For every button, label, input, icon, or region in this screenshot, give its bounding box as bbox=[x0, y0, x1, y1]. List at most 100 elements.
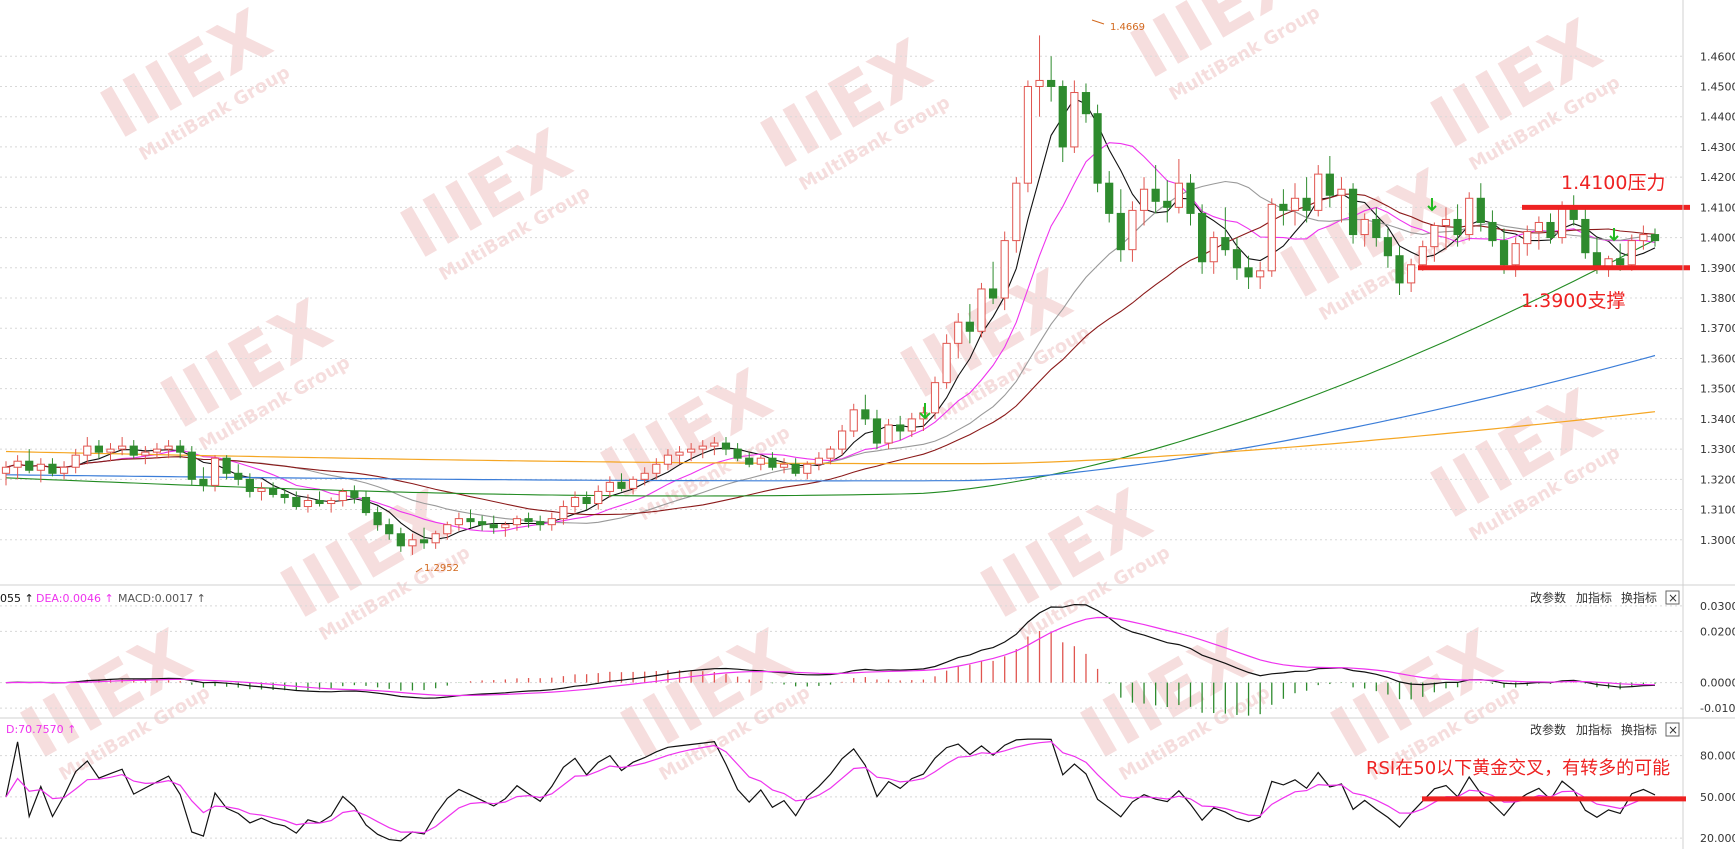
candle-body bbox=[896, 424, 905, 432]
candle-down bbox=[361, 491, 371, 516]
candle-body bbox=[1256, 270, 1265, 278]
candle-down bbox=[315, 491, 324, 507]
close-panel-button[interactable]: × bbox=[1665, 590, 1680, 605]
candle-down bbox=[199, 467, 208, 492]
candle-body bbox=[652, 463, 661, 474]
candle-body bbox=[512, 518, 522, 526]
watermark: IIIEXMultiBank Group bbox=[1068, 614, 1274, 786]
y-tick-label: 1.3300 bbox=[1700, 443, 1735, 456]
candle-body bbox=[1105, 182, 1114, 214]
candle-body bbox=[1267, 203, 1276, 272]
add-indicator-button[interactable]: 加指标 bbox=[1576, 722, 1612, 737]
candle-body bbox=[779, 463, 789, 468]
candle-body bbox=[222, 457, 231, 474]
candle-body bbox=[118, 445, 127, 450]
candle-body bbox=[338, 490, 347, 501]
candle-body bbox=[1511, 243, 1520, 266]
y-tick-label: 50.0000 bbox=[1700, 791, 1735, 804]
candle-body bbox=[419, 539, 429, 544]
y-tick-label: 1.4200 bbox=[1700, 171, 1735, 184]
close-icon: × bbox=[1668, 723, 1678, 737]
chart-stage: IIIEX MultiBank Group IIIEX MultiBank Group… bbox=[0, 0, 1735, 849]
candle-body bbox=[1058, 85, 1067, 148]
candle-down bbox=[1198, 204, 1207, 274]
candle-body bbox=[1430, 224, 1439, 248]
y-tick-label: 1.4400 bbox=[1700, 111, 1735, 124]
watermark: IIIEXMultiBank Group bbox=[8, 614, 214, 786]
switch-indicator-button[interactable]: 换指标 bbox=[1621, 590, 1657, 605]
candle-body bbox=[268, 487, 278, 495]
candle-body bbox=[582, 496, 591, 505]
candle-body bbox=[1035, 79, 1044, 87]
y-tick-label: 80.0000 bbox=[1700, 750, 1735, 763]
candle-up bbox=[1000, 231, 1009, 311]
candle-body bbox=[907, 418, 916, 432]
candle-body bbox=[199, 478, 208, 486]
price-axis: 1.4600 1.4500 1.4400 1.4300 1.4200 1.4100 1.40… bbox=[1700, 50, 1735, 547]
candle-body bbox=[478, 521, 487, 526]
watermark: IIIEXMultiBank Group bbox=[888, 254, 1094, 426]
candle-down bbox=[1302, 177, 1311, 223]
candle-down bbox=[791, 458, 800, 477]
support-label: 1.3900支撑 bbox=[1521, 290, 1625, 312]
candle-down bbox=[1047, 56, 1056, 102]
close-panel-button[interactable]: × bbox=[1665, 722, 1680, 737]
candle-body bbox=[1163, 200, 1172, 208]
candle-down bbox=[1093, 104, 1102, 193]
candle-down bbox=[268, 482, 278, 498]
candle-body bbox=[257, 487, 266, 492]
candle-body bbox=[988, 288, 998, 299]
y-tick-label: 1.3100 bbox=[1700, 504, 1735, 517]
candle-body bbox=[1534, 221, 1543, 233]
candle-up bbox=[849, 403, 858, 438]
candle-body bbox=[350, 490, 359, 498]
candle-down bbox=[280, 488, 289, 504]
candle-up bbox=[59, 461, 69, 480]
candle-body bbox=[141, 451, 150, 456]
candle-body bbox=[71, 454, 80, 468]
candle-body bbox=[164, 445, 173, 450]
candle-down bbox=[872, 409, 882, 450]
candle-body bbox=[1627, 240, 1636, 266]
change-params-button[interactable]: 改参数 bbox=[1530, 722, 1566, 737]
candle-body bbox=[698, 445, 707, 450]
candle-body bbox=[1453, 218, 1462, 236]
candle-body bbox=[408, 539, 417, 547]
candle-body bbox=[814, 457, 823, 465]
candle-body bbox=[59, 466, 69, 474]
candle-body bbox=[977, 288, 986, 332]
candle-up bbox=[1639, 225, 1648, 250]
resistance-label: 1.4100压力 bbox=[1561, 172, 1665, 194]
candle-body bbox=[292, 496, 301, 508]
candle-down bbox=[582, 491, 591, 510]
candle-body bbox=[803, 463, 812, 474]
candle-up bbox=[338, 488, 347, 507]
candle-body bbox=[1209, 237, 1218, 263]
y-tick-label: 1.3600 bbox=[1700, 352, 1735, 365]
candle-down bbox=[1081, 83, 1091, 123]
candle-body bbox=[1290, 197, 1300, 211]
candle-body bbox=[1047, 79, 1056, 87]
candle-body bbox=[954, 321, 963, 344]
candle-body bbox=[1616, 258, 1625, 266]
candle-up bbox=[1314, 165, 1323, 217]
rsi-legend: D:70.7570 ↑ bbox=[6, 723, 76, 736]
candle-body bbox=[559, 506, 568, 520]
y-tick-label: 1.3800 bbox=[1700, 292, 1735, 305]
candle-body bbox=[1244, 267, 1253, 278]
candle-body bbox=[1023, 85, 1033, 184]
watermark: IIIEXMultiBank Group bbox=[608, 614, 814, 786]
candle-body bbox=[628, 478, 638, 489]
switch-indicator-button[interactable]: 换指标 bbox=[1621, 722, 1657, 737]
candle-body bbox=[210, 457, 220, 486]
candle-body bbox=[454, 518, 463, 526]
candle-up bbox=[1128, 201, 1137, 262]
candle-body bbox=[872, 418, 882, 444]
candle-body bbox=[176, 445, 185, 453]
add-indicator-button[interactable]: 加指标 bbox=[1576, 590, 1612, 605]
candle-body bbox=[13, 460, 22, 468]
candle-body bbox=[942, 342, 951, 384]
candle-body bbox=[1302, 197, 1311, 211]
change-params-button[interactable]: 改参数 bbox=[1530, 590, 1566, 605]
candle-up bbox=[594, 485, 603, 510]
